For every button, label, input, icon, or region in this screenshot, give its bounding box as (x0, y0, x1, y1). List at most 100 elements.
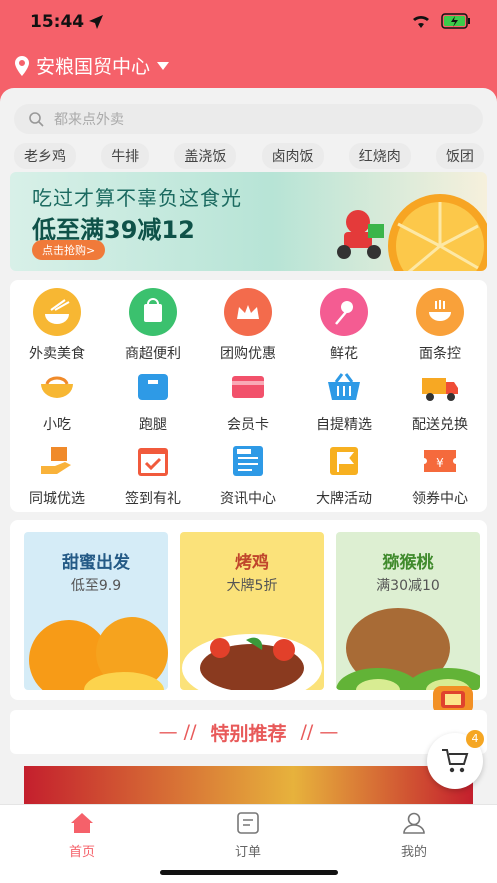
delivery-rider-icon (337, 210, 384, 259)
promo-title: 烤鸡 (235, 553, 269, 573)
promo-title: 猕猴桃 (382, 553, 434, 573)
tab-home[interactable]: 首页 (42, 811, 122, 860)
category-item-membercard[interactable]: 会员卡 (203, 370, 293, 434)
snack-bowl-icon (41, 376, 73, 398)
status-bar: 15:44 (0, 0, 497, 44)
recommend-header: — // 特别推荐 // — (10, 710, 487, 754)
basket-icon (328, 373, 360, 400)
search-input[interactable]: 都来点外卖 (14, 104, 483, 134)
cart-icon (442, 749, 469, 773)
recommend-title: 特别推荐 (210, 722, 287, 745)
coupon-icon: ¥ (424, 450, 456, 472)
tag-chip[interactable]: 红烧肉 (348, 143, 411, 169)
location-arrow-icon (89, 15, 103, 29)
tab-label: 订单 (234, 845, 261, 860)
category-item-checkin[interactable]: 签到有礼 (108, 444, 198, 508)
calendar-check-icon (138, 448, 168, 476)
promo-title: 甜蜜出发 (62, 553, 130, 573)
category-label: 商超便利 (125, 346, 181, 362)
user-icon (403, 812, 425, 834)
category-item-groupbuy[interactable]: 团购优惠 (203, 288, 293, 363)
box-icon (138, 374, 168, 400)
category-item-pickup[interactable]: 自提精选 (299, 370, 389, 434)
cart-count-badge: 4 (466, 730, 484, 748)
orange-slice-icon (388, 194, 487, 271)
category-label: 签到有礼 (125, 491, 181, 507)
promo-banner[interactable]: 吃过才算不辜负这食光 低至满39减12 点击抢购> (10, 172, 487, 271)
promo-section: 甜蜜出发 低至9.9 烤鸡 大牌5折 猕猴桃 满30减10 (10, 520, 487, 700)
category-label: 领券中心 (412, 491, 468, 507)
shopping-bag-icon (129, 288, 177, 336)
location-selector[interactable]: 安粮国贸中心 (14, 52, 170, 79)
banner-button[interactable]: 点击抢购> (32, 240, 106, 260)
category-label: 会员卡 (227, 417, 269, 433)
news-icon (233, 446, 263, 476)
category-grid: 外卖美食 商超便利 团购优惠 鲜花 面条控 小吃 跑腿 会员卡 自提精选 配送兑… (10, 280, 487, 512)
home-indicator (160, 870, 338, 875)
category-item-delivery-exchange[interactable]: 配送兑换 (395, 370, 485, 434)
category-label: 小吃 (43, 417, 71, 433)
category-label: 自提精选 (316, 417, 372, 433)
hand-package-icon (41, 447, 71, 474)
category-item-news[interactable]: 资讯中心 (203, 444, 293, 508)
food-bowl-icon (33, 288, 81, 336)
category-item-city-select[interactable]: 同城优选 (12, 444, 102, 508)
noodle-bowl-icon (416, 288, 464, 336)
delivery-truck-icon (422, 378, 458, 401)
caret-down-icon (157, 61, 170, 70)
promo-subtitle: 低至9.9 (70, 578, 122, 594)
tag-chip[interactable]: 卤肉饭 (261, 143, 324, 169)
category-item-supermarket[interactable]: 商超便利 (108, 288, 198, 363)
category-item-food[interactable]: 外卖美食 (12, 288, 102, 363)
svg-text:¥: ¥ (436, 456, 444, 470)
category-item-noodles[interactable]: 面条控 (395, 288, 485, 363)
search-icon (29, 112, 44, 127)
dish-icon (182, 634, 322, 690)
category-item-flowers[interactable]: 鲜花 (299, 288, 389, 363)
category-label: 团购优惠 (220, 346, 276, 362)
wifi-icon (413, 15, 429, 28)
recommend-banner[interactable] (24, 766, 473, 806)
flag-icon (330, 447, 358, 475)
banner-headline: 吃过才算不辜负这食光 (32, 186, 242, 210)
kiwi-icon (336, 608, 480, 690)
tab-label: 首页 (68, 845, 95, 860)
flower-icon (320, 288, 368, 336)
location-label: 安粮国贸中心 (36, 56, 151, 78)
battery-icon (441, 13, 470, 29)
promo-card-roast-chicken[interactable]: 烤鸡 大牌5折 (180, 532, 324, 690)
category-item-snacks[interactable]: 小吃 (12, 370, 102, 434)
divider-left: — // (158, 721, 197, 743)
tag-chip[interactable]: 老乡鸡 (14, 143, 76, 169)
orange-icon (29, 617, 168, 690)
category-label: 配送兑换 (412, 417, 468, 433)
category-item-coupons[interactable]: ¥ 领券中心 (395, 444, 485, 508)
tab-orders[interactable]: 订单 (208, 811, 288, 860)
crown-icon (224, 288, 272, 336)
status-time: 15:44 (30, 12, 85, 32)
promo-subtitle: 大牌5折 (226, 578, 278, 594)
hot-tags: 老乡鸡 牛排 盖浇饭 卤肉饭 红烧肉 饭团 (14, 143, 484, 169)
map-pin-icon (15, 55, 29, 76)
tag-chip[interactable]: 饭团 (435, 143, 484, 169)
tab-label: 我的 (400, 845, 427, 860)
home-icon (71, 813, 93, 833)
category-item-errand[interactable]: 跑腿 (108, 370, 198, 434)
category-label: 面条控 (419, 346, 461, 362)
category-label: 同城优选 (29, 491, 85, 507)
category-label: 跑腿 (139, 417, 167, 433)
promo-card-sweet[interactable]: 甜蜜出发 低至9.9 (24, 532, 168, 690)
divider-right: // — (300, 721, 339, 743)
promo-subtitle: 满30减10 (376, 578, 440, 594)
category-label: 大牌活动 (316, 491, 372, 507)
search-placeholder: 都来点外卖 (54, 112, 124, 128)
category-label: 鲜花 (330, 346, 358, 362)
tag-chip[interactable]: 牛排 (101, 143, 150, 169)
promo-card-kiwi[interactable]: 猕猴桃 满30减10 (336, 532, 480, 690)
tab-mine[interactable]: 我的 (374, 811, 454, 860)
category-label: 外卖美食 (29, 346, 85, 362)
category-item-brand-events[interactable]: 大牌活动 (299, 444, 389, 508)
tag-chip[interactable]: 盖浇饭 (174, 143, 237, 169)
member-card-icon (232, 376, 264, 398)
orders-icon (237, 812, 259, 834)
